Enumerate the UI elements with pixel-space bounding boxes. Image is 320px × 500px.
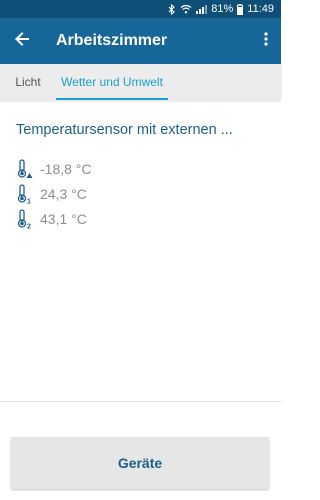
sensor-reading-row: -18,8 °C: [16, 158, 92, 180]
divider: [0, 401, 281, 402]
geraete-button[interactable]: Geräte: [11, 437, 269, 489]
thermometer-2-icon: 2: [16, 208, 36, 230]
back-button[interactable]: [0, 18, 44, 64]
back-arrow-icon: [15, 31, 29, 51]
thermometer-1-icon: 1: [16, 183, 36, 205]
more-options-button[interactable]: [251, 18, 281, 64]
sensor-title: Temperatursensor mit externen ...: [16, 122, 233, 138]
sensor-index: 2: [27, 224, 31, 230]
sensor-reading-row: 2 43,1 °C: [16, 208, 87, 230]
tab-bar: Licht Wetter und Umwelt: [0, 64, 281, 100]
more-vert-icon: [264, 31, 268, 51]
app-bar: Arbeitszimmer: [0, 18, 281, 64]
sensor-value: 43,1 °C: [40, 211, 87, 227]
status-bar: 81% 11:49: [0, 0, 281, 18]
signal-icon: [196, 4, 208, 14]
tab-licht[interactable]: Licht: [0, 64, 56, 100]
wifi-icon: [180, 4, 192, 14]
thermometer-warning-icon: [16, 158, 36, 180]
sensor-value: 24,3 °C: [40, 186, 87, 202]
tab-wetter-und-umwelt[interactable]: Wetter und Umwelt: [56, 64, 168, 100]
sensor-index: 1: [27, 199, 31, 205]
bluetooth-icon: [168, 3, 176, 15]
battery-icon: [237, 3, 244, 15]
battery-percent: 81%: [211, 3, 234, 15]
status-time: 11:49: [247, 3, 274, 15]
sensor-value: -18,8 °C: [40, 161, 92, 177]
page-title: Arbeitszimmer: [56, 32, 168, 49]
sensor-reading-row: 1 24,3 °C: [16, 183, 87, 205]
